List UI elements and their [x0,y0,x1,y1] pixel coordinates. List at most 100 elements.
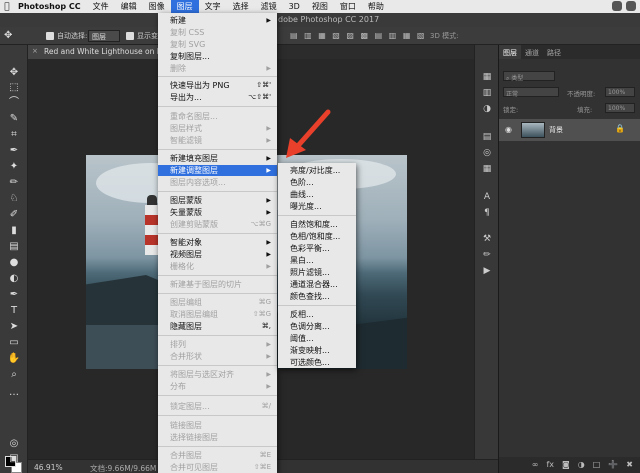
trash-icon[interactable]: ✖ [626,460,633,473]
submenu-item-channel-mixer[interactable]: 通道混合器... [278,279,356,290]
document-tab[interactable]: × Red and White Lighthouse on La [28,45,158,59]
menu-item-duplicate-layer[interactable]: 复制图层... [158,51,277,62]
timeline-icon[interactable]: ▶ [481,265,493,277]
menu-image[interactable]: 图像 [143,0,171,13]
blur-icon[interactable]: ● [7,257,21,269]
auto-select-checkbox[interactable] [46,32,54,40]
adjustments-icon[interactable]: ◑ [481,103,493,115]
layer-filter-dropdown[interactable]: ⌕ 类型 [503,71,555,82]
opacity-field[interactable]: 100% [605,87,635,97]
character-icon[interactable]: A [481,191,493,203]
menu-item-layer-content-options[interactable]: 图层内容选项... [158,177,277,188]
mask-icon[interactable]: ◙ [562,460,570,473]
menu-item-layer-style[interactable]: 图层样式 ▶ [158,123,277,134]
healing-brush-icon[interactable]: ✦ [7,161,21,173]
submenu-item-selective-color[interactable]: 可选颜色... [278,357,356,368]
menu-item-smart-filter[interactable]: 智能滤镜 ▶ [158,135,277,146]
eraser-icon[interactable]: ▮ [7,225,21,237]
quick-select-icon[interactable]: ✎ [7,113,21,125]
submenu-item-gradient-map[interactable]: 渐变映射... [278,345,356,356]
menu-view[interactable]: 视图 [306,0,334,13]
submenu-item-threshold[interactable]: 阈值... [278,333,356,344]
quick-mask-icon[interactable]: ◎ [7,438,21,450]
eye-icon[interactable]: ◉ [505,125,512,134]
menu-item-merge-visible[interactable]: 合并可见图层 ⇧⌘E [158,462,277,473]
menu-item-select-linked-layers[interactable]: 选择链接图层 [158,432,277,443]
menu-item-new[interactable]: 新建 ▶ [158,15,277,26]
rectangle-icon[interactable]: ▭ [7,337,21,349]
control-center-icon[interactable] [626,1,636,11]
more-tools-icon[interactable]: … [7,387,21,399]
menu-item-new-adjustment-layer[interactable]: 新建调整图层 ▶ [158,165,277,176]
submenu-item-black-white[interactable]: 黑白... [278,255,356,266]
dodge-icon[interactable]: ◐ [7,273,21,285]
submenu-item-exposure[interactable]: 曝光度... [278,201,356,212]
tab-channels[interactable]: 通道 [521,45,543,59]
menu-item-distribute[interactable]: 分布 ▶ [158,381,277,392]
search-icon[interactable] [612,1,622,11]
clone-stamp-icon[interactable]: ♘ [7,193,21,205]
move-tool-icon[interactable]: ✥ [4,30,12,41]
brush-presets-icon[interactable]: ✏ [481,249,493,261]
menu-item-hide-layers[interactable]: 隐藏图层 ⌘, [158,321,277,332]
layer-row-background[interactable]: ◉ 背景 🔒 [499,119,640,141]
properties-icon[interactable]: ▥ [481,87,493,99]
submenu-item-color-balance[interactable]: 色彩平衡... [278,243,356,254]
menu-filter[interactable]: 滤镜 [255,0,283,13]
menu-app-name[interactable]: Photoshop CC [14,0,87,13]
libraries-icon[interactable]: ▤ [481,131,493,143]
tab-paths[interactable]: 路径 [543,45,565,59]
swatches-icon[interactable]: ▦ [481,163,493,175]
menu-item-rename-layer[interactable]: 重命名图层... [158,111,277,122]
paragraph-icon[interactable]: ¶ [481,207,493,219]
fill-field[interactable]: 100% [605,103,635,113]
menu-item-video-layers[interactable]: 视频图层 ▶ [158,249,277,260]
menu-item-vector-mask[interactable]: 矢量蒙版 ▶ [158,207,277,218]
lasso-icon[interactable]: ⌒ [7,97,21,109]
history-icon[interactable]: ▦ [481,71,493,83]
menu-item-align-layers-to-selection[interactable]: 将图层与选区对齐 ▶ [158,369,277,380]
screen-mode-icon[interactable]: ▣ [7,453,21,465]
close-icon[interactable]: × [32,47,38,55]
menu-item-copy-css[interactable]: 复制 CSS [158,27,277,38]
menu-item-layer-mask[interactable]: 图层蒙版 ▶ [158,195,277,206]
menu-item-export-as[interactable]: 导出为... ⌥⇧⌘' [158,92,277,103]
styles-icon[interactable]: ◎ [481,147,493,159]
gradient-icon[interactable]: ▤ [7,241,21,253]
new-layer-icon[interactable]: ➕ [608,460,618,473]
menu-item-rasterize[interactable]: 栅格化 ▶ [158,261,277,272]
menu-file[interactable]: 文件 [87,0,115,13]
menu-item-merge-layers[interactable]: 合并图层 ⌘E [158,450,277,461]
zoom-level[interactable]: 46.91% [34,463,63,472]
fx-icon[interactable]: fx [546,460,554,473]
menu-item-new-layer-based-slice[interactable]: 新建基于图层的切片 [158,279,277,290]
menu-item-new-fill-layer[interactable]: 新建填充图层 ▶ [158,153,277,164]
menu-item-arrange[interactable]: 排列 ▶ [158,339,277,350]
lock-icon[interactable]: 🔒 [615,124,625,133]
folder-icon[interactable]: □ [593,460,601,473]
move-icon[interactable]: ✥ [7,67,21,79]
adjustment-icon[interactable]: ◑ [578,460,585,473]
submenu-item-vibrance[interactable]: 自然饱和度... [278,219,356,230]
auto-select-dropdown[interactable]: 图层 [88,30,120,42]
menu-item-combine-shapes[interactable]: 合并形状 ▶ [158,351,277,362]
submenu-item-invert[interactable]: 反相... [278,309,356,320]
submenu-item-photo-filter[interactable]: 照片滤镜... [278,267,356,278]
eyedropper-icon[interactable]: ✒ [7,145,21,157]
menu-3d[interactable]: 3D [283,0,306,13]
menu-edit[interactable]: 编辑 [115,0,143,13]
submenu-item-curves[interactable]: 曲线... [278,189,356,200]
show-transform-checkbox[interactable] [126,32,134,40]
tab-layers[interactable]: 图层 [499,45,521,59]
submenu-item-posterize[interactable]: 色调分离... [278,321,356,332]
menu-item-lock-layers[interactable]: 锁定图层... ⌘/ [158,401,277,412]
menu-item-link-layers[interactable]: 链接图层 [158,420,277,431]
blend-mode-dropdown[interactable]: 正常 [503,87,559,98]
path-select-icon[interactable]: ➤ [7,321,21,333]
menu-layer[interactable]: 图层 [170,0,199,13]
crop-icon[interactable]: ⌗ [7,129,21,141]
brush-icon[interactable]: ✏ [7,177,21,189]
tool-presets-icon[interactable]: ⚒ [481,233,493,245]
menu-type[interactable]: 文字 [199,0,227,13]
pen-icon[interactable]: ✒ [7,289,21,301]
